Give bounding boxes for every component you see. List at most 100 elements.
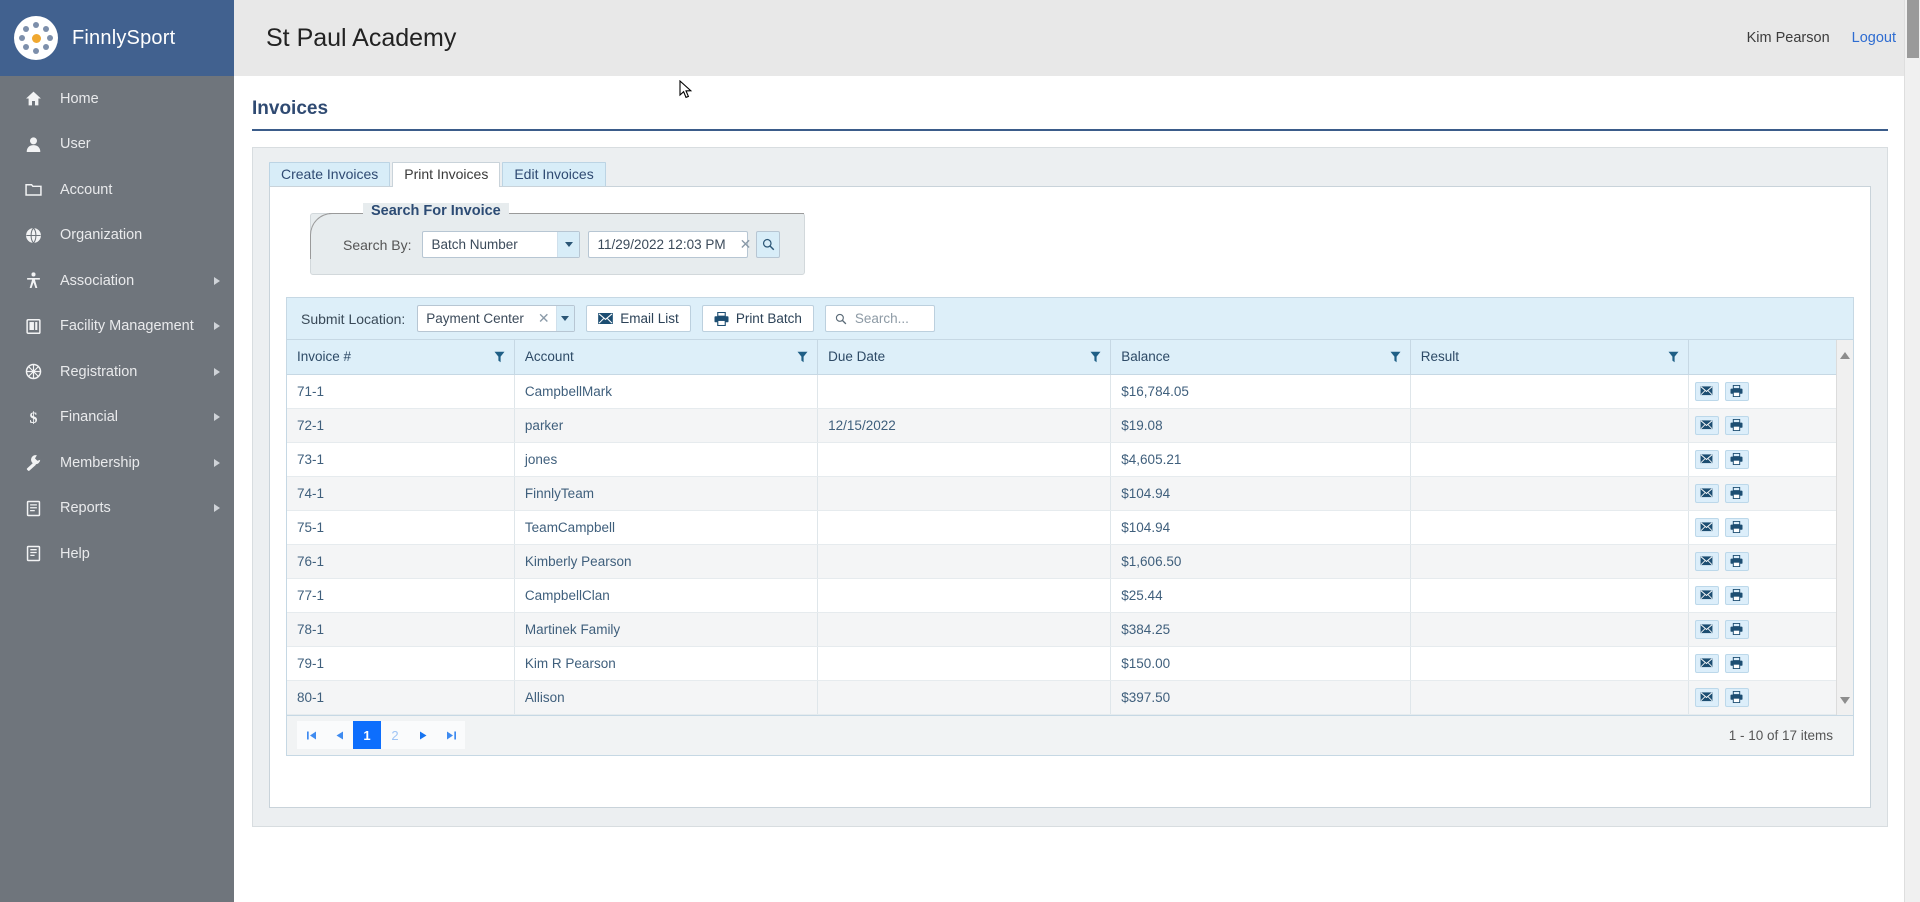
column-header-actions[interactable] bbox=[1688, 340, 1854, 375]
table-row[interactable]: 77-1 CampbellClan $25.44 bbox=[287, 578, 1854, 613]
search-by-dropdown[interactable]: Batch Number bbox=[422, 231, 581, 258]
envelope-icon bbox=[1700, 658, 1713, 668]
table-row[interactable]: 79-1 Kim R Pearson $150.00 bbox=[287, 646, 1854, 681]
filter-icon[interactable] bbox=[1390, 351, 1401, 366]
sidebar-item-membership[interactable]: Membership bbox=[0, 440, 234, 486]
filter-icon[interactable] bbox=[1668, 351, 1679, 366]
filter-icon[interactable] bbox=[1090, 351, 1101, 366]
print-invoice-button[interactable] bbox=[1724, 653, 1749, 673]
chevron-down-icon[interactable] bbox=[557, 232, 580, 257]
tab-create-invoices[interactable]: Create Invoices bbox=[269, 162, 391, 187]
first-page-button[interactable] bbox=[297, 721, 325, 749]
table-row[interactable]: 74-1 FinnlyTeam $104.94 bbox=[287, 476, 1854, 511]
next-page-icon bbox=[419, 731, 426, 739]
last-page-icon bbox=[446, 731, 456, 739]
print-invoice-button[interactable] bbox=[1724, 381, 1749, 401]
scrollbar-thumb[interactable] bbox=[1907, 0, 1919, 58]
printer-icon bbox=[1730, 521, 1743, 533]
table-row[interactable]: 73-1 jones $4,605.21 bbox=[287, 442, 1854, 477]
print-invoice-button[interactable] bbox=[1724, 449, 1749, 469]
prev-page-icon bbox=[336, 731, 343, 739]
submit-location-dropdown[interactable]: Payment Center ✕ bbox=[417, 305, 576, 332]
table-row[interactable]: 76-1 Kimberly Pearson $1,606.50 bbox=[287, 544, 1854, 579]
sidebar-item-organization[interactable]: Organization bbox=[0, 213, 234, 259]
email-invoice-button[interactable] bbox=[1694, 585, 1719, 605]
sidebar-item-home[interactable]: Home bbox=[0, 76, 234, 122]
print-invoice-button[interactable] bbox=[1724, 483, 1749, 503]
page-vertical-scrollbar[interactable] bbox=[1904, 0, 1920, 902]
tab-print-invoices[interactable]: Print Invoices bbox=[392, 162, 501, 187]
print-invoice-button[interactable] bbox=[1724, 687, 1749, 707]
print-invoice-button[interactable] bbox=[1724, 551, 1749, 571]
column-header-account[interactable]: Account bbox=[514, 340, 819, 375]
batch-date-dropdown[interactable]: 11/29/2022 12:03 PM ✕ bbox=[588, 231, 767, 258]
column-header-balance[interactable]: Balance bbox=[1110, 340, 1411, 375]
sidebar-item-label: Membership bbox=[60, 454, 140, 471]
print-invoice-button[interactable] bbox=[1724, 517, 1749, 537]
table-row[interactable]: 80-1 Allison $397.50 bbox=[287, 680, 1854, 715]
last-page-button[interactable] bbox=[437, 721, 465, 749]
tab-edit-invoices[interactable]: Edit Invoices bbox=[502, 162, 606, 187]
printer-icon bbox=[1730, 623, 1743, 635]
email-invoice-button[interactable] bbox=[1694, 381, 1719, 401]
column-header-invoice[interactable]: Invoice # bbox=[287, 340, 515, 375]
filter-icon[interactable] bbox=[494, 351, 505, 366]
email-invoice-button[interactable] bbox=[1694, 653, 1719, 673]
logout-link[interactable]: Logout bbox=[1852, 30, 1896, 46]
cell-balance: $4,605.21 bbox=[1110, 442, 1411, 477]
table-row[interactable]: 71-1 CampbellMark $16,784.05 bbox=[287, 374, 1854, 409]
close-x-icon[interactable]: ✕ bbox=[532, 310, 556, 327]
table-row[interactable]: 75-1 TeamCampbell $104.94 bbox=[287, 510, 1854, 545]
grid-toolbar: Submit Location: Payment Center ✕ Email … bbox=[287, 298, 1853, 340]
sidebar-item-account[interactable]: Account bbox=[0, 167, 234, 213]
column-header-result[interactable]: Result bbox=[1410, 340, 1689, 375]
next-page-button[interactable] bbox=[409, 721, 437, 749]
print-invoice-button[interactable] bbox=[1724, 415, 1749, 435]
sidebar-item-financial[interactable]: $ Financial bbox=[0, 395, 234, 441]
close-x-icon[interactable]: ✕ bbox=[734, 236, 758, 253]
folder-icon bbox=[22, 181, 44, 198]
cell-account: Allison bbox=[514, 680, 819, 715]
email-invoice-button[interactable] bbox=[1694, 483, 1719, 503]
page-number-button[interactable]: 1 bbox=[353, 721, 381, 749]
email-list-button[interactable]: Email List bbox=[586, 305, 691, 332]
page-number-button[interactable]: 2 bbox=[381, 721, 409, 749]
printer-icon bbox=[1730, 419, 1743, 431]
sidebar-item-reports[interactable]: Reports bbox=[0, 486, 234, 532]
email-invoice-button[interactable] bbox=[1694, 415, 1719, 435]
brand-header[interactable]: FinnlySport bbox=[0, 0, 234, 76]
column-header-due-date[interactable]: Due Date bbox=[817, 340, 1112, 375]
email-invoice-button[interactable] bbox=[1694, 449, 1719, 469]
envelope-icon bbox=[1700, 454, 1713, 464]
email-invoice-button[interactable] bbox=[1694, 619, 1719, 639]
sidebar-item-facility-management[interactable]: Facility Management bbox=[0, 304, 234, 350]
cell-balance: $104.94 bbox=[1110, 476, 1411, 511]
print-invoice-button[interactable] bbox=[1724, 619, 1749, 639]
search-button[interactable] bbox=[756, 231, 781, 258]
print-invoice-button[interactable] bbox=[1724, 585, 1749, 605]
sidebar-item-label: Facility Management bbox=[60, 318, 194, 335]
grid-vertical-scrollbar[interactable] bbox=[1836, 340, 1853, 715]
sidebar-item-help[interactable]: Help bbox=[0, 531, 234, 577]
email-invoice-button[interactable] bbox=[1694, 551, 1719, 571]
prev-page-button[interactable] bbox=[325, 721, 353, 749]
grid-search-input[interactable]: Search... bbox=[824, 305, 935, 332]
sidebar-item-registration[interactable]: Registration bbox=[0, 349, 234, 395]
cell-account: TeamCampbell bbox=[514, 510, 819, 545]
printer-icon bbox=[1730, 385, 1743, 397]
finnly-circle-logo-icon bbox=[14, 16, 58, 60]
cell-actions bbox=[1688, 374, 1854, 409]
email-invoice-button[interactable] bbox=[1694, 687, 1719, 707]
table-row[interactable]: 72-1 parker 12/15/2022 $19.08 bbox=[287, 408, 1854, 443]
chevron-down-icon[interactable] bbox=[555, 306, 575, 331]
invoices-panel: Create Invoices Print Invoices Edit Invoic… bbox=[252, 147, 1888, 827]
filter-icon[interactable] bbox=[797, 351, 808, 366]
table-row[interactable]: 78-1 Martinek Family $384.25 bbox=[287, 612, 1854, 647]
scroll-up-icon[interactable] bbox=[1840, 346, 1850, 364]
sidebar-item-association[interactable]: Association bbox=[0, 258, 234, 304]
scroll-down-icon[interactable] bbox=[1840, 691, 1850, 709]
print-batch-button[interactable]: Print Batch bbox=[701, 305, 814, 332]
cell-balance: $150.00 bbox=[1110, 646, 1411, 681]
email-invoice-button[interactable] bbox=[1694, 517, 1719, 537]
sidebar-item-user[interactable]: User bbox=[0, 122, 234, 168]
